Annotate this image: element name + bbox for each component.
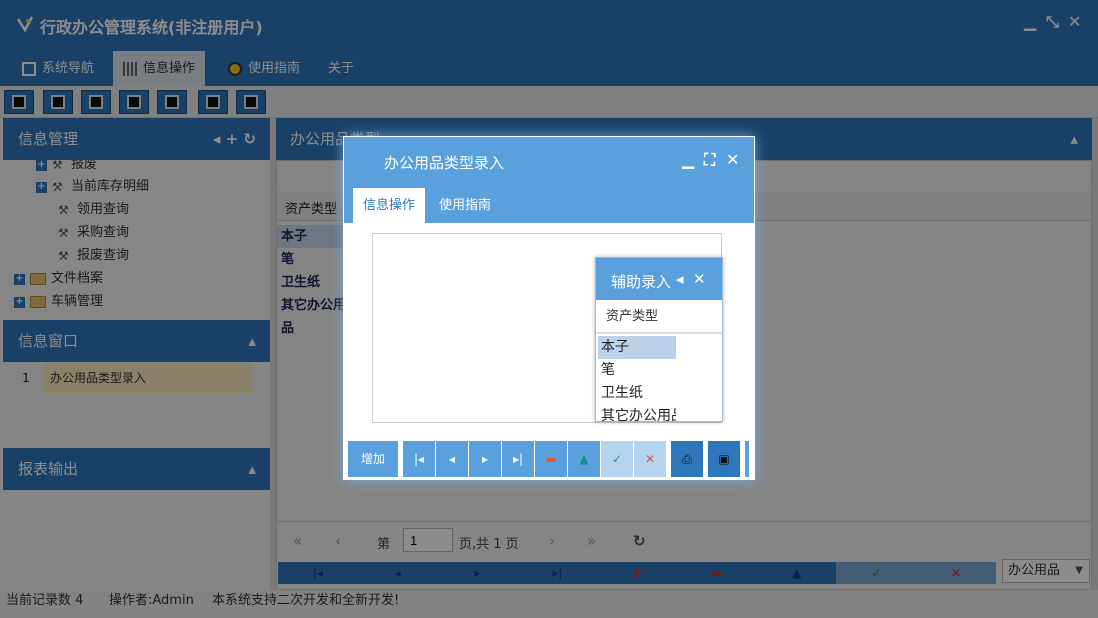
list-item[interactable]: 本子: [598, 336, 676, 359]
prev-record-icon[interactable]: ◂: [436, 441, 468, 477]
dialog-header: 办公用品类型录入 ▁ ⛶ ✕: [344, 137, 754, 185]
input-helper-popup: 辅助录入 ◂ ✕ 资产类型 本子 笔 卫生纸 其它办公用品: [595, 257, 723, 422]
up-record-icon[interactable]: ▲: [568, 441, 600, 477]
tab-info-ops[interactable]: 信息操作: [353, 188, 426, 223]
print-icon[interactable]: ⎙: [671, 441, 703, 477]
last-record-icon[interactable]: ▸|: [502, 441, 534, 477]
list-item[interactable]: 卫生纸: [598, 382, 676, 405]
dialog-title: 办公用品类型录入: [384, 154, 505, 172]
preview-icon[interactable]: ▣: [708, 441, 740, 477]
collapse-left-icon[interactable]: ◂: [676, 270, 684, 288]
helper-list: 本子 笔 卫生纸 其它办公用品: [596, 336, 722, 421]
close-icon[interactable]: ✕: [726, 150, 739, 169]
confirm-icon[interactable]: ✓: [601, 441, 633, 477]
helper-column-header[interactable]: 资产类型: [596, 300, 722, 334]
footer-edge: [745, 441, 749, 477]
dialog-footer: 增加 |◂ ◂ ▸ ▸| ▬ ▲ ✓ ✕ ⎙ ▣: [344, 437, 754, 479]
delete-record-icon[interactable]: ▬: [535, 441, 567, 477]
close-icon[interactable]: ✕: [693, 270, 706, 288]
next-record-icon[interactable]: ▸: [469, 441, 501, 477]
tab-guide[interactable]: 使用指南: [429, 188, 501, 223]
add-button[interactable]: 增加: [348, 441, 398, 477]
helper-title: 辅助录入: [611, 273, 672, 291]
minimize-icon[interactable]: ▁: [682, 150, 694, 169]
cancel-icon[interactable]: ✕: [634, 441, 666, 477]
helper-header: 辅助录入 ◂ ✕: [596, 258, 722, 300]
list-item[interactable]: 笔: [598, 359, 676, 382]
list-item[interactable]: 其它办公用品: [598, 405, 676, 421]
first-record-icon[interactable]: |◂: [403, 441, 435, 477]
maximize-icon[interactable]: ⛶: [704, 150, 715, 170]
dialog-tabs: 信息操作 使用指南: [344, 185, 754, 223]
